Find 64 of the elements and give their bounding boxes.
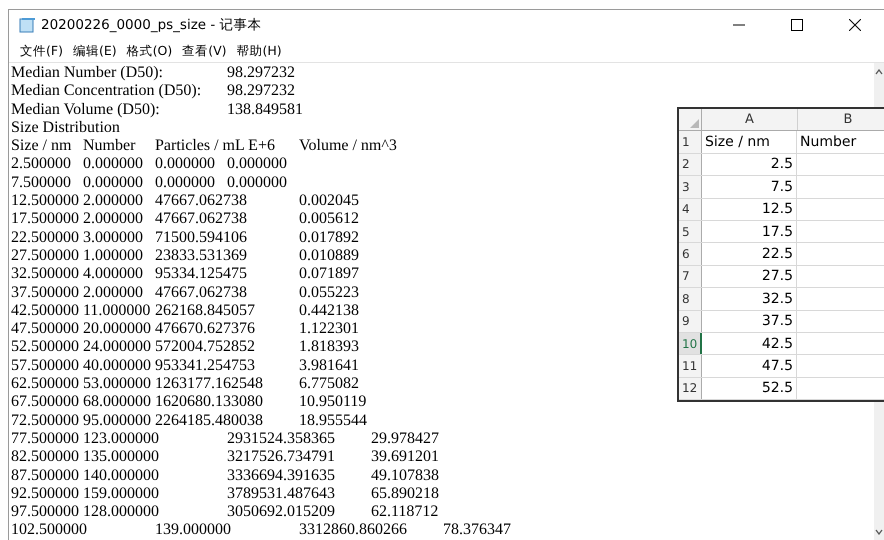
text-line: 97.500000 128.000000 3050692.015209 62.118712 xyxy=(11,503,438,522)
text-line: 82.500000 135.000000 3217526.734791 39.691201 xyxy=(11,448,439,467)
table-cell: 7.5 xyxy=(770,178,793,195)
table-cell: 12.5 xyxy=(762,201,793,218)
table-cell: Number xyxy=(800,134,856,150)
text-line: 77.500000 123.000000 2931524.358365 29.978427 xyxy=(11,430,439,448)
notepad-icon xyxy=(19,17,35,33)
row-header[interactable]: 11 xyxy=(679,355,702,377)
text-line: 17.500000 2.000000 47667.062738 0.005612 xyxy=(11,210,359,229)
menu-item[interactable]: 编辑(E) xyxy=(68,42,122,60)
text-line: 87.500000 140.000000 3336694.391635 49.107838 xyxy=(11,466,439,485)
text-line: 32.500000 4.000000 95334.125475 0.071897 xyxy=(11,265,359,284)
row-header[interactable]: 10 xyxy=(679,332,702,354)
text-line: 22.500000 3.000000 71500.594106 0.017892 xyxy=(11,228,359,247)
text-line: 52.500000 24.000000 572004.752852 1.818393 xyxy=(11,338,359,357)
text-line: 72.500000 95.000000 2264185.480038 18.955544 xyxy=(11,412,367,430)
text-line: Median Concentration (D50): 98.297232 xyxy=(11,82,295,101)
scroll-down-icon[interactable] xyxy=(875,529,883,535)
text-line: Size Distribution xyxy=(11,118,120,138)
table-cell: 37.5 xyxy=(762,313,793,330)
menu-item[interactable]: 查看(V) xyxy=(177,42,232,60)
row-header[interactable]: 8 xyxy=(679,288,702,310)
row-header[interactable]: 1 xyxy=(679,131,702,153)
menu-item[interactable]: 帮助(H) xyxy=(232,42,287,60)
scroll-up-icon[interactable] xyxy=(875,69,883,75)
table-cell: 27.5 xyxy=(762,268,793,284)
table-cell: 42.5 xyxy=(762,336,793,352)
text-line: Median Volume (D50): 138.849581 xyxy=(11,100,303,119)
table-cell: 52.5 xyxy=(762,380,793,396)
window-title: 20200226_0000_ps_size - 记事本 xyxy=(41,16,262,34)
text-line: 2.500000 0.000000 0.000000 0.000000 xyxy=(11,155,287,174)
column-header[interactable]: B xyxy=(798,109,884,130)
text-line: 27.500000 1.000000 23833.531369 0.010889 xyxy=(11,246,359,266)
menu-item[interactable]: 文件(F) xyxy=(15,42,68,60)
text-line: 42.500000 11.000000 262168.845057 0.442138 xyxy=(11,302,359,320)
table-cell: 22.5 xyxy=(762,246,793,262)
row-header[interactable]: 2 xyxy=(679,154,702,176)
row-header[interactable]: 12 xyxy=(679,378,702,400)
row-header[interactable]: 9 xyxy=(679,310,702,332)
table-cell: 32.5 xyxy=(762,290,793,307)
table-cell: 2.5 xyxy=(770,156,793,172)
column-header[interactable]: A xyxy=(702,109,798,130)
close-icon xyxy=(849,19,861,31)
row-header[interactable]: 7 xyxy=(679,266,702,288)
maximize-icon xyxy=(791,19,803,31)
text-line: 57.500000 40.000000 953341.254753 3.981641 xyxy=(11,356,359,376)
text-line: 37.500000 2.000000 47667.062738 0.055223 xyxy=(11,284,359,302)
text-line: 47.500000 20.000000 476670.627376 1.122301 xyxy=(11,320,359,338)
row-header[interactable]: 3 xyxy=(679,176,702,198)
row-header[interactable]: 6 xyxy=(679,243,702,265)
table-cell: 47.5 xyxy=(762,358,793,374)
table-cell: 17.5 xyxy=(762,224,793,240)
row-header[interactable]: 5 xyxy=(679,220,702,242)
text-line: 12.500000 2.000000 47667.062738 0.002045 xyxy=(11,192,359,210)
table-cell: Size / nm xyxy=(705,134,770,150)
text-line: Size / nm Number Particles / mL E+6 Volume / nm^3 xyxy=(11,137,397,156)
text-line: 62.500000 53.000000 1263177.162548 6.775082 xyxy=(11,375,359,394)
text-line: 92.500000 159.000000 3789531.487643 65.890218 xyxy=(11,484,439,504)
text-line: Median Number (D50): 98.297232 xyxy=(11,64,295,82)
row-header[interactable]: 4 xyxy=(679,198,702,220)
text-line: 67.500000 68.000000 1620680.133080 10.950119 xyxy=(11,393,366,412)
text-line: 102.500000 139.000000 3312860.860266 78.376347 xyxy=(11,521,511,540)
text-line: 7.500000 0.000000 0.000000 0.000000 xyxy=(11,174,287,192)
menu-item[interactable]: 格式(O) xyxy=(122,42,178,60)
